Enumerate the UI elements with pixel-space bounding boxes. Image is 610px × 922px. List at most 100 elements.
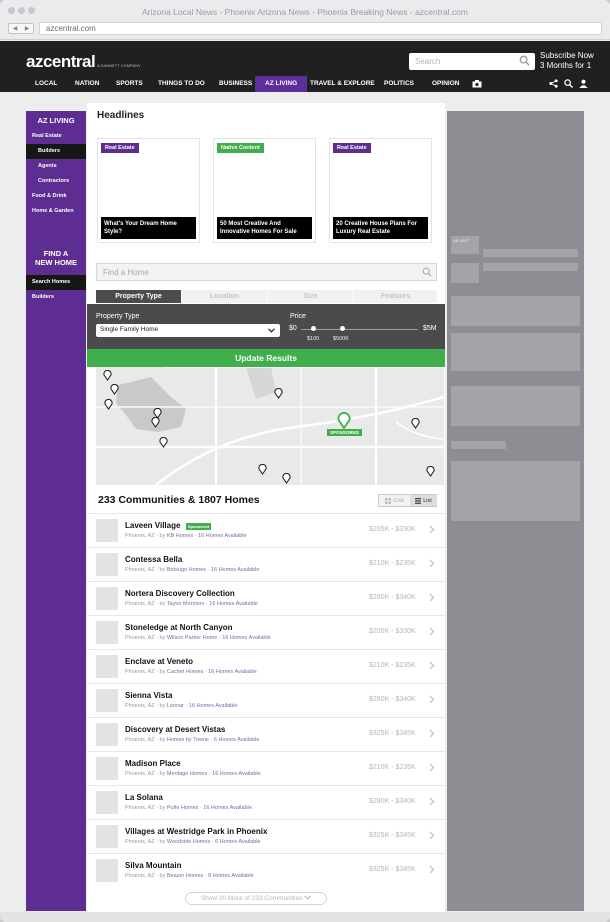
grid-view-button[interactable]: Grid — [379, 495, 410, 506]
nav-politics[interactable]: POLITICS — [384, 76, 414, 92]
results-map[interactable]: SPONSORED — [96, 367, 444, 485]
community-row[interactable]: La Solana Phoenix, AZ · by Pulte Homes ·… — [87, 785, 445, 819]
community-builder[interactable]: Cachet Homes — [167, 669, 203, 675]
headline-card-3[interactable]: Real Estate 20 Creative House Plans For … — [329, 138, 432, 243]
update-results-button[interactable]: Update Results — [87, 349, 445, 367]
map-pin-icon[interactable] — [426, 466, 435, 477]
community-availability[interactable]: 16 Homes Available — [212, 771, 261, 777]
sidebar-item-real-estate[interactable]: Real Estate — [26, 129, 86, 144]
community-thumbnail[interactable] — [96, 791, 118, 814]
nav-sports[interactable]: SPORTS — [116, 76, 143, 92]
url-bar[interactable]: azcentral.com — [39, 22, 602, 35]
community-name[interactable]: Discovery at Desert Vistas — [125, 725, 225, 734]
site-search-input[interactable]: Search — [409, 53, 535, 70]
price-slider-min-handle[interactable] — [311, 326, 316, 331]
community-builder[interactable]: Taylor Morrison — [167, 601, 205, 607]
community-builder[interactable]: Beazer Homes — [167, 873, 203, 879]
tab-property-type[interactable]: Property Type — [96, 290, 181, 303]
community-availability[interactable]: 6 Homes Available — [215, 839, 260, 845]
map-pin-icon[interactable] — [282, 473, 291, 484]
community-name[interactable]: Madison Place — [125, 759, 181, 768]
nav-local[interactable]: LOCAL — [35, 76, 57, 92]
community-thumbnail[interactable] — [96, 519, 118, 542]
community-builder[interactable]: Homes by Towne — [167, 737, 209, 743]
community-availability[interactable]: 8 Homes Available — [208, 873, 253, 879]
back-forward-buttons[interactable]: ◀ ▶ — [8, 23, 34, 34]
property-type-select[interactable]: Single Family Home — [96, 324, 280, 337]
community-row[interactable]: Villages at Westridge Park in Phoenix Ph… — [87, 819, 445, 853]
community-row[interactable]: Stoneledge at North Canyon Phoenix, AZ ·… — [87, 615, 445, 649]
community-builder[interactable]: Betsugo Homes — [167, 567, 206, 573]
community-name[interactable]: Contessa Bella — [125, 555, 182, 564]
community-row[interactable]: Laveen Village Phoenix, AZ · by KB Homes… — [87, 513, 445, 547]
community-row[interactable]: Madison Place Phoenix, AZ · by Meritage … — [87, 751, 445, 785]
sidebar-item-builders[interactable]: Builders — [26, 144, 86, 159]
community-name[interactable]: Silva Mountain — [125, 861, 181, 870]
nav-search-icon[interactable] — [564, 79, 573, 88]
community-name[interactable]: Villages at Westridge Park in Phoenix — [125, 827, 267, 836]
map-pin-icon[interactable] — [159, 437, 168, 448]
map-pin-icon[interactable] — [104, 399, 113, 410]
sidebar-item-find-builders[interactable]: Builders — [26, 290, 86, 305]
community-thumbnail[interactable] — [96, 689, 118, 712]
map-pin-icon[interactable] — [110, 384, 119, 395]
nav-travel-explore[interactable]: TRAVEL & EXPLORE — [310, 76, 375, 92]
card-tag[interactable]: Native Content — [217, 143, 264, 153]
community-availability[interactable]: 16 Homes Available — [208, 669, 257, 675]
find-search-icon[interactable] — [422, 267, 432, 277]
sidebar-item-agents[interactable]: Agents — [26, 159, 86, 174]
user-icon[interactable] — [579, 79, 588, 88]
chevron-right-icon[interactable] — [429, 559, 435, 568]
community-row[interactable]: Nortera Discovery Collection Phoenix, AZ… — [87, 581, 445, 615]
community-name[interactable]: Laveen Village — [125, 521, 180, 530]
community-name[interactable]: La Solana — [125, 793, 163, 802]
list-view-button[interactable]: List — [410, 495, 437, 506]
tab-size[interactable]: Size — [268, 290, 353, 303]
chevron-right-icon[interactable] — [429, 763, 435, 772]
sidebar-item-food-drink[interactable]: Food & Drink — [26, 189, 86, 204]
community-row[interactable]: Enclave at Veneto Phoenix, AZ · by Cache… — [87, 649, 445, 683]
card-caption[interactable]: 20 Creative House Plans For Luxury Real … — [333, 217, 428, 239]
show-more-button[interactable]: Show 20 More of 233 Communities — [185, 892, 327, 905]
community-thumbnail[interactable] — [96, 757, 118, 780]
chevron-right-icon[interactable] — [429, 695, 435, 704]
forward-arrow-icon[interactable]: ▶ — [25, 25, 30, 32]
community-builder[interactable]: Wilson Parker Home — [167, 635, 217, 641]
nav-az-living[interactable]: AZ LIVING — [255, 76, 308, 92]
sidebar-item-search-homes[interactable]: Search Homes — [26, 275, 86, 290]
community-name[interactable]: Stoneledge at North Canyon — [125, 623, 233, 632]
community-availability[interactable]: 16 Homes Available — [189, 703, 238, 709]
subscribe-link[interactable]: Subscribe Now 3 Months for 1 — [540, 51, 594, 71]
community-availability[interactable]: 16 Homes Available — [222, 635, 271, 641]
chevron-right-icon[interactable] — [429, 831, 435, 840]
chevron-right-icon[interactable] — [429, 593, 435, 602]
community-thumbnail[interactable] — [96, 825, 118, 848]
community-name[interactable]: Nortera Discovery Collection — [125, 589, 235, 598]
chevron-right-icon[interactable] — [429, 525, 435, 534]
community-thumbnail[interactable] — [96, 621, 118, 644]
nav-nation[interactable]: NATION — [75, 76, 99, 92]
community-availability[interactable]: 16 Homes Available — [203, 805, 252, 811]
nav-things-to-do[interactable]: THINGS TO DO — [158, 76, 205, 92]
price-slider-max-handle[interactable] — [340, 326, 345, 331]
tab-features[interactable]: Features — [354, 290, 437, 303]
map-pin-icon[interactable] — [411, 418, 420, 429]
card-caption[interactable]: What's Your Dream Home Style? — [101, 217, 196, 239]
community-availability[interactable]: 16 Homes Available — [198, 533, 247, 539]
map-pin-icon[interactable] — [258, 464, 267, 475]
community-name[interactable]: Sienna Vista — [125, 691, 172, 700]
sponsored-map-pin-icon[interactable] — [337, 412, 351, 429]
headline-card-1[interactable]: Real Estate What's Your Dream Home Style… — [97, 138, 200, 243]
back-arrow-icon[interactable]: ◀ — [13, 25, 18, 32]
community-thumbnail[interactable] — [96, 723, 118, 746]
community-thumbnail[interactable] — [96, 655, 118, 678]
community-thumbnail[interactable] — [96, 553, 118, 576]
search-icon[interactable] — [519, 55, 530, 66]
map-pin-icon[interactable] — [103, 370, 112, 381]
chevron-right-icon[interactable] — [429, 729, 435, 738]
community-row[interactable]: Contessa Bella Phoenix, AZ · by Betsugo … — [87, 547, 445, 581]
community-builder[interactable]: Pulte Homes — [167, 805, 199, 811]
card-tag[interactable]: Real Estate — [101, 143, 139, 153]
sidebar-item-contractors[interactable]: Contractors — [26, 174, 86, 189]
card-caption[interactable]: 50 Most Creative And Innovative Homes Fo… — [217, 217, 312, 239]
